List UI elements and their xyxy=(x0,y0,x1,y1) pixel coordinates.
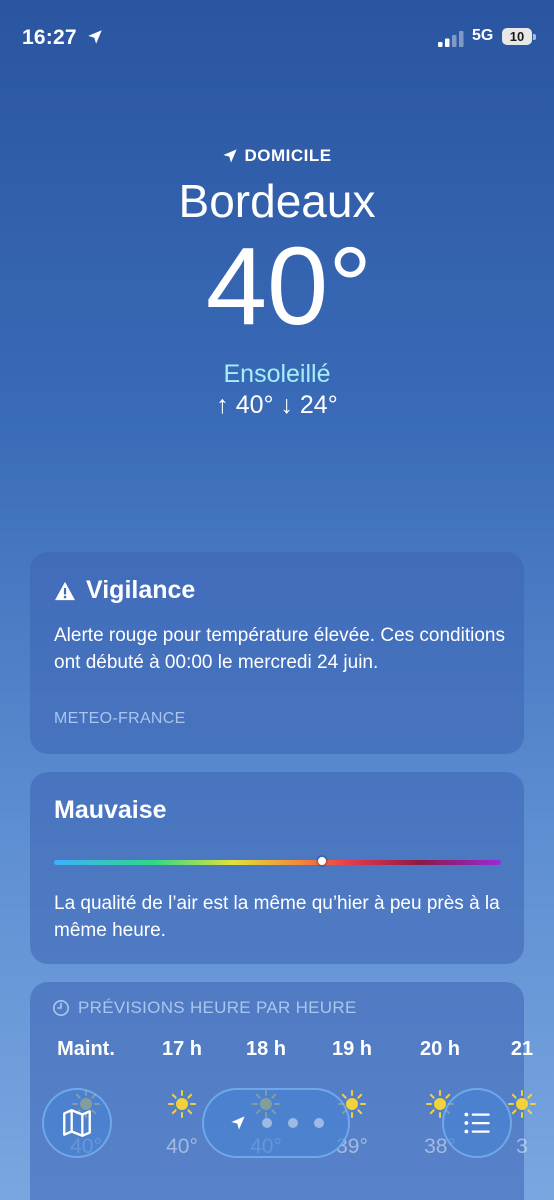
warning-triangle-icon xyxy=(55,581,75,600)
battery-icon: 10 xyxy=(502,28,532,45)
pager-dot[interactable] xyxy=(262,1118,272,1128)
vigilance-card[interactable]: Vigilance Alerte rouge pour température … xyxy=(30,552,524,754)
hour-label: 17 h xyxy=(161,1038,203,1060)
weather-header: DOMICILE Bordeaux 40° Ensoleillé ↑ 40° ↓… xyxy=(0,146,554,420)
vigilance-text: Alerte rouge pour température élevée. Ce… xyxy=(54,625,505,673)
status-bar: 16:27 5G 10 xyxy=(0,26,554,56)
list-icon xyxy=(464,1112,490,1134)
air-quality-card[interactable]: Mauvaise La qualité de l’air est la même… xyxy=(30,772,524,964)
high-low-temperature: ↑ 40° ↓ 24° xyxy=(216,391,338,419)
hourly-forecast-title: PRÉVISIONS HEURE PAR HEURE xyxy=(78,998,357,1017)
location-arrow-icon xyxy=(231,1116,245,1130)
hour-label: 20 h xyxy=(419,1038,461,1060)
air-quality-title: Mauvaise xyxy=(54,796,167,824)
vigilance-title-row: Vigilance xyxy=(54,576,195,605)
air-quality-scale xyxy=(54,857,501,865)
locations-list-button[interactable] xyxy=(442,1088,512,1158)
air-quality-text: La qualité de l’air est la même qu’hier … xyxy=(54,893,500,941)
pager-dot[interactable] xyxy=(288,1118,298,1128)
map-button[interactable] xyxy=(42,1088,112,1158)
hour-label: Maint. xyxy=(57,1038,115,1060)
sun-icon xyxy=(508,1090,536,1118)
location-arrow-icon xyxy=(223,149,238,163)
weather-condition: Ensoleillé xyxy=(223,360,331,388)
clock-icon xyxy=(52,999,70,1017)
vigilance-title: Vigilance xyxy=(86,576,196,604)
vigilance-source: METEO-FRANCE xyxy=(54,710,186,727)
network-type: 5G xyxy=(472,27,494,44)
hour-label: 21 xyxy=(510,1038,534,1060)
pager-dot[interactable] xyxy=(314,1118,324,1128)
sun-icon xyxy=(168,1090,196,1118)
hour-label: 19 h xyxy=(331,1038,373,1060)
location-label-row: DOMICILE xyxy=(0,146,554,166)
battery-tip xyxy=(533,34,536,40)
air-quality-indicator xyxy=(318,857,327,865)
signal-strength-icon xyxy=(438,31,464,47)
hour-label: 18 h xyxy=(245,1038,287,1060)
city-name: Bordeaux xyxy=(178,175,376,227)
location-label: DOMICILE xyxy=(244,146,332,165)
hourly-forecast-header: PRÉVISIONS HEURE PAR HEURE xyxy=(52,998,357,1018)
location-arrow-icon xyxy=(88,30,102,44)
current-temperature: 40° xyxy=(205,225,373,348)
map-icon xyxy=(63,1109,91,1137)
location-pager[interactable] xyxy=(202,1088,350,1158)
status-time: 16:27 xyxy=(22,26,77,49)
